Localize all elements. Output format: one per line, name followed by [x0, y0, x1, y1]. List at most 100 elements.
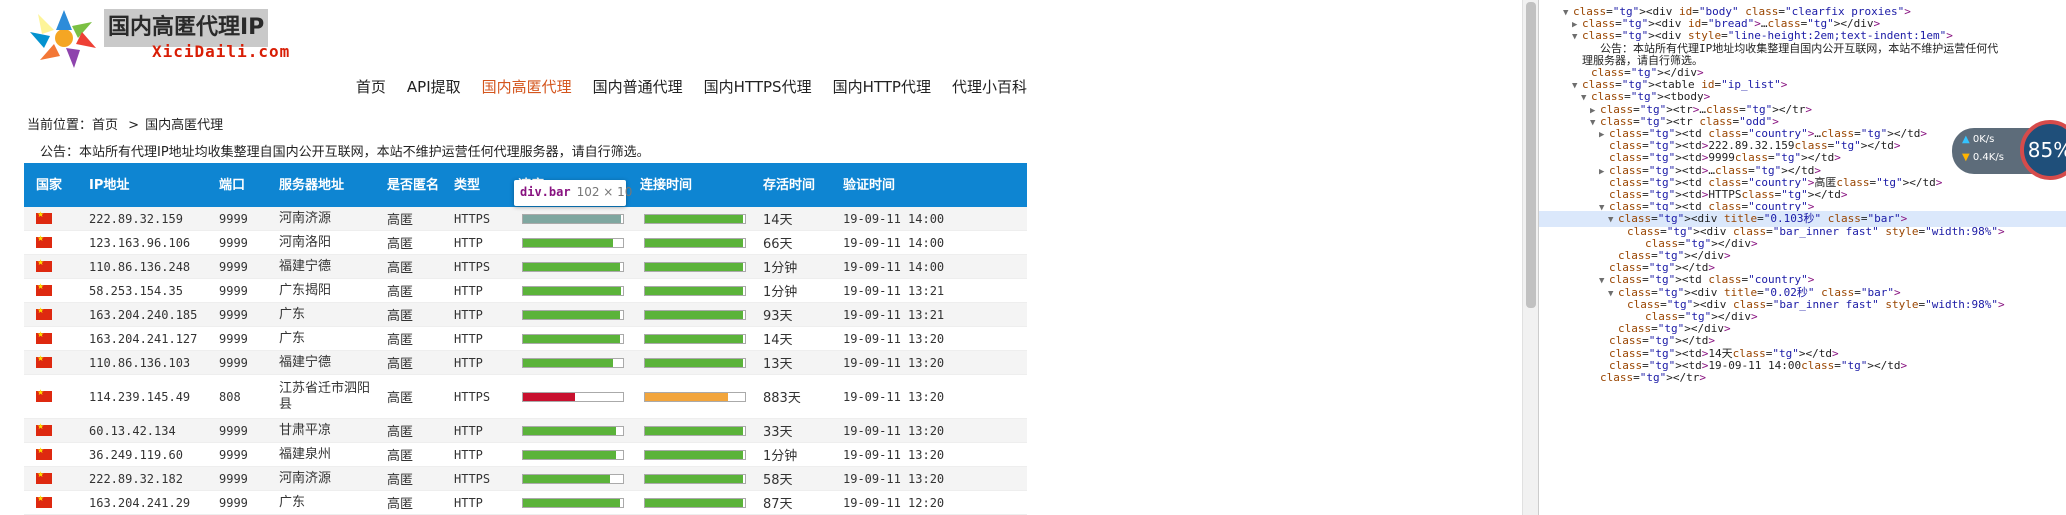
anonymity-cell: 高匿: [387, 425, 414, 440]
nav-link-2[interactable]: 国内高匿代理: [482, 76, 572, 97]
verify-time-cell: 19-09-11 14:00: [843, 211, 945, 226]
connect-time-bar-fill: [645, 286, 743, 295]
anonymity-cell: 高匿: [387, 449, 414, 464]
verify-time-cell: 19-09-11 14:00: [843, 235, 945, 250]
type-cell: HTTP: [454, 307, 483, 322]
country-cell: [24, 375, 71, 418]
scrollbar-thumb[interactable]: [1526, 2, 1536, 308]
connect-time-cell: [632, 467, 755, 490]
connect-time-bar: [644, 357, 746, 368]
server-location-link[interactable]: 江苏省迁市泗阳县: [279, 381, 379, 413]
connect-time-bar: [644, 425, 746, 436]
country-cell: [24, 255, 71, 278]
china-flag-icon: [36, 470, 52, 484]
server-location-link[interactable]: 广东: [279, 495, 305, 511]
anonymity-cell: 高匿: [387, 333, 414, 348]
verify-time-cell: 19-09-11 13:20: [843, 389, 945, 404]
china-flag-icon: [36, 446, 52, 460]
speed-cell: [510, 351, 632, 374]
connect-time-bar: [644, 391, 746, 402]
china-flag-icon: [36, 422, 52, 436]
devtools-elements-panel: ▼ class="tg"><div id="body" class="clearf…: [1538, 0, 2066, 515]
type-cell: HTTP: [454, 423, 483, 438]
server-cell: 广东: [271, 327, 379, 350]
connect-time-bar-fill: [645, 262, 743, 271]
breadcrumb-separator: >: [128, 118, 140, 133]
nav-link-4[interactable]: 国内HTTPS代理: [704, 76, 812, 97]
speed-bar: [522, 391, 624, 402]
dom-node-text: class="tg"></tr>: [1600, 371, 1706, 384]
china-flag-icon: [36, 258, 52, 272]
notice-text: 公告：本站所有代理IP地址均收集整理自国内公开互联网，本站不维护运营任何代理服务…: [40, 145, 650, 160]
alive-time-cell: 1分钟: [763, 285, 798, 300]
server-location-link[interactable]: 广东: [279, 307, 305, 323]
alive-time-cell: 1分钟: [763, 261, 798, 276]
server-cell: 江苏省迁市泗阳县: [271, 375, 379, 418]
ip-cell: 163.204.240.185: [89, 307, 198, 322]
table-row: 110.86.136.103 9999 福建宁德 高匿 HTTP 13天 19-09-11 …: [24, 351, 1027, 375]
anonymity-cell: 高匿: [387, 309, 414, 324]
server-location-link[interactable]: 河南济源: [279, 211, 331, 227]
speed-bar-fill: [523, 238, 613, 247]
china-flag-icon: [36, 330, 52, 344]
server-location-link[interactable]: 福建宁德: [279, 259, 331, 275]
server-location-link[interactable]: 广东: [279, 331, 305, 347]
dom-tree-node[interactable]: class="tg"></tr>: [1539, 370, 1706, 386]
nav-link-6[interactable]: 代理小百科: [952, 76, 1027, 97]
speed-cell: [510, 419, 632, 442]
anonymity-cell: 高匿: [387, 285, 414, 300]
tooltip-tag: div.bar: [520, 185, 571, 199]
country-cell: [24, 303, 71, 326]
speed-bar: [522, 357, 624, 368]
server-location-link[interactable]: 福建宁德: [279, 355, 331, 371]
type-cell: HTTPS: [454, 211, 491, 226]
ip-cell: 110.86.136.103: [89, 355, 191, 370]
type-cell: HTTP: [454, 447, 483, 462]
china-flag-icon: [36, 388, 52, 402]
connect-time-bar-fill: [645, 214, 743, 223]
connect-time-bar-fill: [645, 238, 743, 247]
connect-time-bar: [644, 261, 746, 272]
ip-cell: 110.86.136.248: [89, 259, 191, 274]
connect-time-bar: [644, 497, 746, 508]
china-flag-icon: [36, 354, 52, 368]
server-cell: 甘肃平凉: [271, 419, 379, 442]
server-cell: 广东: [271, 491, 379, 514]
server-location-link[interactable]: 河南洛阳: [279, 235, 331, 251]
country-cell: [24, 231, 71, 254]
alive-time-cell: 14天: [763, 213, 793, 228]
breadcrumb-home-link[interactable]: 首页: [92, 118, 118, 133]
alive-time-cell: 93天: [763, 309, 793, 324]
ip-cell: 123.163.96.106: [89, 235, 191, 250]
table-row: 58.253.154.35 9999 广东揭阳 高匿 HTTP 1分钟 19-09-11 1…: [24, 279, 1027, 303]
table-row: 222.89.32.182 9999 河南济源 高匿 HTTPS 58天 19-09-11 …: [24, 467, 1027, 491]
server-location-link[interactable]: 甘肃平凉: [279, 423, 331, 439]
header-connect-time: 连接时间: [640, 177, 693, 193]
server-location-link[interactable]: 福建泉州: [279, 447, 331, 463]
page-scrollbar[interactable]: [1522, 0, 1538, 515]
speed-bar-fill: [523, 262, 620, 271]
nav-link-0[interactable]: 首页: [356, 76, 386, 97]
country-cell: [24, 491, 71, 514]
tooltip-size: 102 × 10: [576, 185, 633, 199]
nav-link-3[interactable]: 国内普通代理: [593, 76, 683, 97]
server-location-link[interactable]: 河南济源: [279, 471, 331, 487]
header-alive-time: 存活时间: [763, 177, 816, 193]
verify-time-cell: 19-09-11 13:20: [843, 355, 945, 370]
server-location-link[interactable]: 广东揭阳: [279, 283, 331, 299]
alive-time-cell: 1分钟: [763, 449, 798, 464]
ip-cell: 222.89.32.159: [89, 211, 183, 226]
nav-link-1[interactable]: API提取: [407, 76, 461, 97]
site-logo[interactable]: [24, 8, 110, 70]
nav-link-5[interactable]: 国内HTTP代理: [833, 76, 931, 97]
connect-time-bar-fill: [645, 392, 728, 401]
screen: 国内高匿代理IP XiciDaili.com 首页 API提取 国内高匿代理 国内普通…: [0, 0, 2066, 515]
port-cell: 9999: [219, 211, 248, 226]
country-cell: [24, 207, 71, 230]
ip-cell: 222.89.32.182: [89, 471, 183, 486]
verify-time-cell: 19-09-11 13:20: [843, 423, 945, 438]
ip-cell: 36.249.119.60: [89, 447, 183, 462]
port-cell: 9999: [219, 307, 248, 322]
speed-cell: [510, 327, 632, 350]
speed-bar: [522, 213, 624, 224]
